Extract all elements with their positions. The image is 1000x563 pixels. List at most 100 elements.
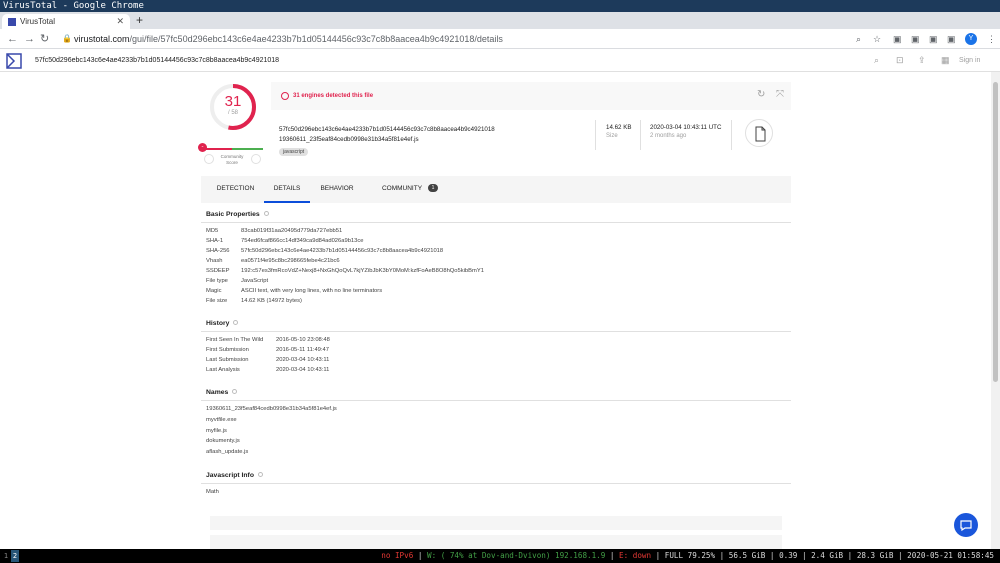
back-icon[interactable]: ← xyxy=(7,31,18,47)
window-title: VirusTotal - Google Chrome xyxy=(0,0,1000,12)
sign-in-link[interactable]: Sign in xyxy=(959,49,980,72)
graph-icon[interactable]: ⤧ xyxy=(776,89,784,100)
prop-value: 57fc50d296ebc143c6e4ae4233b7b1d05144456c… xyxy=(241,248,444,254)
profile-avatar[interactable]: Y xyxy=(965,33,977,45)
chat-bubble-icon xyxy=(960,520,972,532)
history-label: Last Submission xyxy=(206,357,249,363)
vt-search-input[interactable]: 57fc50d296ebc143c6e4ae4233b7b1d05144456c… xyxy=(35,49,279,72)
browser-toolbar: ← → ↻ 🔒 virustotal.com/gui/file/57fc50d2… xyxy=(0,29,1000,49)
lock-icon: 🔒 xyxy=(62,34,72,43)
prop-value: 754ed6fcaf866cc14df349ca9d84ad026a9b13ce xyxy=(241,238,364,244)
upload-icon[interactable]: ⇪ xyxy=(918,49,926,72)
history-label: First Seen In The Wild xyxy=(206,337,264,343)
scan-icon[interactable]: ⊡ xyxy=(896,49,904,72)
extension-icon[interactable]: ▣ xyxy=(929,32,938,46)
reanalyze-icon[interactable]: ↻ xyxy=(757,89,765,100)
info-icon[interactable] xyxy=(232,389,238,394)
search-icon[interactable]: ⌕ xyxy=(874,49,879,72)
chat-button[interactable] xyxy=(954,513,978,537)
loading-placeholder xyxy=(210,535,782,549)
file-type-icon xyxy=(745,119,773,147)
wifi-status: W: ( 74% at Dov-and-Dvivon) 192.168.1.9 xyxy=(427,551,606,560)
engines-total: / 58 xyxy=(227,110,238,116)
history-value: 2020-03-04 10:43:11 xyxy=(276,367,330,373)
history-title: History xyxy=(206,320,239,327)
file-name-item: myfile.js xyxy=(206,428,227,434)
prop-label: SSDEEP xyxy=(206,268,230,274)
url-path: /gui/file/57fc50d296ebc143c6e4ae4233b7b1… xyxy=(129,34,503,44)
workspace-2[interactable]: 2 xyxy=(11,550,19,562)
memory-status: 56.5 GiB xyxy=(728,551,766,560)
history-value: 2016-05-10 23:08:48 xyxy=(276,337,330,343)
prop-label: File type xyxy=(206,278,228,284)
section-divider xyxy=(201,331,791,332)
file-summary: 31 / 58 - Community Score 31 engines det… xyxy=(198,82,791,174)
tab-detection[interactable]: DETECTION xyxy=(207,176,264,203)
vote-up-button[interactable] xyxy=(251,154,261,164)
history-label: First Submission xyxy=(206,347,249,353)
tab-close-icon[interactable]: ✕ xyxy=(116,14,124,29)
workspace-1[interactable]: 1 xyxy=(2,550,10,562)
extension-icon[interactable]: ▣ xyxy=(947,32,956,46)
browser-tab[interactable]: VirusTotal ✕ xyxy=(2,14,130,29)
swap-status: 2.4 GiB xyxy=(811,551,844,560)
history-value: 2016-05-11 11:49:47 xyxy=(276,347,329,353)
tab-behavior[interactable]: BEHAVIOR xyxy=(313,176,361,203)
file-name-item: aflash_update.js xyxy=(206,449,249,455)
tab-community-label: COMMUNITY xyxy=(381,185,423,192)
system-status-bar: 1 2 no IPv6 | W: ( 74% at Dov-and-Dvivon… xyxy=(0,549,1000,563)
info-icon[interactable] xyxy=(263,211,269,216)
community-score-marker: - xyxy=(198,143,207,152)
file-name-item: myvtfile.exe xyxy=(206,417,237,423)
disk-status: FULL 79.25% xyxy=(664,551,716,560)
address-bar[interactable]: virustotal.com/gui/file/57fc50d296ebc143… xyxy=(74,31,904,47)
file-name-item: dokumenty.js xyxy=(206,438,240,444)
file-name: 19360611_23f5eaf84cedb0998e31b34a5f81e4e… xyxy=(279,136,419,143)
document-icon xyxy=(755,126,766,142)
extension-icon[interactable]: ▣ xyxy=(893,32,902,46)
scrollbar-thumb[interactable] xyxy=(993,82,998,382)
virustotal-logo-icon[interactable] xyxy=(6,53,22,69)
virustotal-favicon-icon xyxy=(8,18,16,26)
bookmark-star-icon[interactable]: ☆ xyxy=(873,32,881,46)
prop-label: Vhash xyxy=(206,258,223,264)
prop-label: MD5 xyxy=(206,228,219,234)
history-value: 2020-03-04 10:43:11 xyxy=(276,357,330,363)
load-status: 0.39 xyxy=(779,551,798,560)
info-icon[interactable] xyxy=(233,320,239,325)
file-size-value: 14.62 KB xyxy=(606,124,632,131)
alert-icon xyxy=(281,92,289,100)
history-label: Last Analysis xyxy=(206,367,240,373)
prop-value: JavaScript xyxy=(241,278,269,284)
zoom-icon[interactable]: ⌕ xyxy=(856,32,861,46)
community-count-badge: 1 xyxy=(428,184,439,192)
extension-icon[interactable]: ▣ xyxy=(911,32,920,46)
prop-value: 83cab019f31aa20495d779da727ebb51 xyxy=(241,228,343,234)
file-tag[interactable]: javascript xyxy=(279,148,309,156)
clock: 2020-05-21 01:58:45 xyxy=(907,551,994,560)
reload-icon[interactable]: ↻ xyxy=(40,31,49,47)
file-sha256: 57fc50d296ebc143c6e4ae4233b7b1d05144456c… xyxy=(279,126,495,133)
prop-value: 14.62 KB (14972 bytes) xyxy=(241,298,302,304)
prop-label: File size xyxy=(206,298,228,304)
prop-value: 192:c57es3fmRcoVdZ+Nexj8+NxGhQoQvL7kjYZi… xyxy=(241,268,484,274)
browser-tab-title: VirusTotal xyxy=(20,17,55,26)
apps-grid-icon[interactable]: ▦ xyxy=(941,49,950,72)
javascript-info-title: Javascript Info xyxy=(206,472,263,479)
vote-down-button[interactable] xyxy=(204,154,214,164)
info-icon[interactable] xyxy=(257,472,263,477)
prop-label: SHA-1 xyxy=(206,238,224,244)
forward-icon[interactable]: → xyxy=(24,31,35,47)
ipv6-status: no IPv6 xyxy=(381,551,414,560)
detection-banner: 31 engines detected this file ↻ ⤧ xyxy=(271,82,791,110)
new-tab-button[interactable]: + xyxy=(136,12,143,29)
file-name-item: 19360611_23f5eaf84cedb0998e31b34a5f81e4e… xyxy=(206,406,337,412)
javascript-info-value: Math xyxy=(206,489,219,495)
chrome-menu-icon[interactable]: ⋮ xyxy=(987,32,996,46)
prop-label: SHA-256 xyxy=(206,248,230,254)
page-scrollbar[interactable] xyxy=(991,72,1000,549)
tab-details[interactable]: DETAILS xyxy=(264,176,310,203)
file-size-label: Size xyxy=(606,133,618,139)
tab-community[interactable]: COMMUNITY 1 xyxy=(375,176,445,203)
divider xyxy=(640,120,641,150)
